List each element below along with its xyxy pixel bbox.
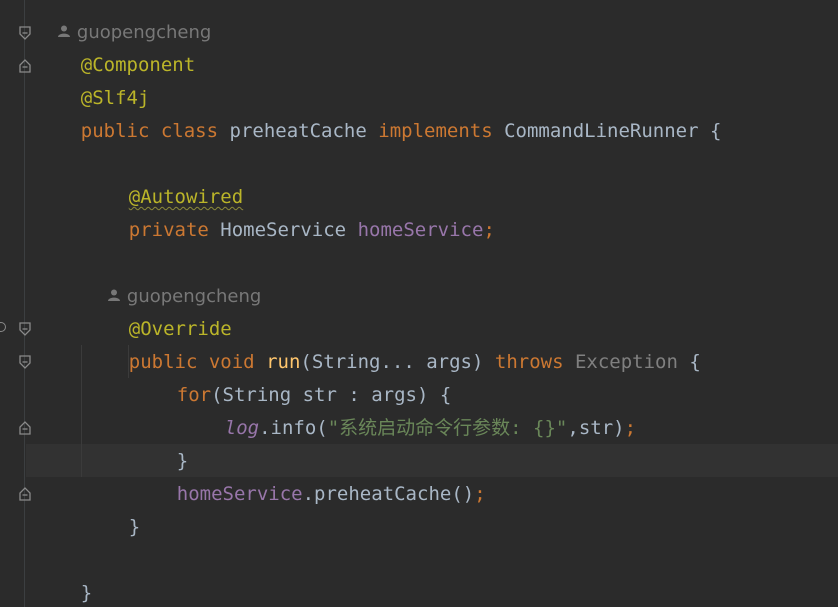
keyword: class xyxy=(160,120,219,142)
keyword: public xyxy=(80,120,150,142)
class-name: preheatCache xyxy=(229,120,367,142)
field-name: homeService xyxy=(176,483,303,505)
code-line: } xyxy=(35,544,92,604)
code-line: for(String str : args) { xyxy=(131,346,452,406)
field-name: homeService xyxy=(357,219,484,241)
code-line: @Override xyxy=(83,280,232,340)
fold-marker-icon[interactable] xyxy=(18,26,32,40)
fold-marker-icon[interactable] xyxy=(18,487,32,501)
gutter-divider xyxy=(24,0,25,607)
run-gutter-icon[interactable] xyxy=(0,322,6,332)
code-line: @Component xyxy=(35,16,195,76)
keyword: implements xyxy=(378,120,493,142)
fold-marker-icon[interactable] xyxy=(18,355,32,369)
author-hint[interactable]: guopengcheng xyxy=(35,0,211,43)
code-line: @Slf4j xyxy=(35,49,150,109)
brace: { xyxy=(710,120,722,142)
semicolon: ; xyxy=(483,219,495,241)
string-literal: "系统启动命令行参数: {}" xyxy=(327,417,568,439)
indent-guide xyxy=(81,345,82,477)
interface-name: CommandLineRunner xyxy=(504,120,699,142)
code-line: } xyxy=(131,412,188,472)
exception-type: Exception xyxy=(574,351,678,373)
fold-marker-icon[interactable] xyxy=(18,421,32,435)
code-line: public class preheatCache implements Com… xyxy=(35,82,722,142)
semicolon: ; xyxy=(474,483,486,505)
author-hint[interactable]: guopengcheng xyxy=(85,247,261,307)
method-call: .info( xyxy=(259,417,328,439)
semicolon: ; xyxy=(624,417,637,439)
brace: } xyxy=(80,582,93,604)
keyword: private xyxy=(128,219,209,241)
call-args: ,str) xyxy=(567,417,625,439)
fold-marker-icon[interactable] xyxy=(18,322,32,336)
code-line: @Autowired xyxy=(83,148,243,208)
code-line: log.info("系统启动命令行参数: {}",str); xyxy=(179,379,636,439)
type-name: HomeService xyxy=(220,219,347,241)
brace: } xyxy=(128,516,141,538)
fold-marker-icon[interactable] xyxy=(18,59,32,73)
code-editor[interactable]: guopengcheng @Component @Slf4j public cl… xyxy=(0,0,838,607)
keyword: throws xyxy=(494,351,564,373)
code-line: private HomeService homeService; xyxy=(83,181,495,241)
code-line: } xyxy=(83,478,140,538)
code-line: homeService.preheatCache(); xyxy=(131,445,486,505)
log-field: log xyxy=(224,417,260,439)
brace: { xyxy=(689,351,701,373)
method-call: .preheatCache() xyxy=(302,483,475,505)
code-line: public void run(String... args) throws E… xyxy=(83,313,701,373)
